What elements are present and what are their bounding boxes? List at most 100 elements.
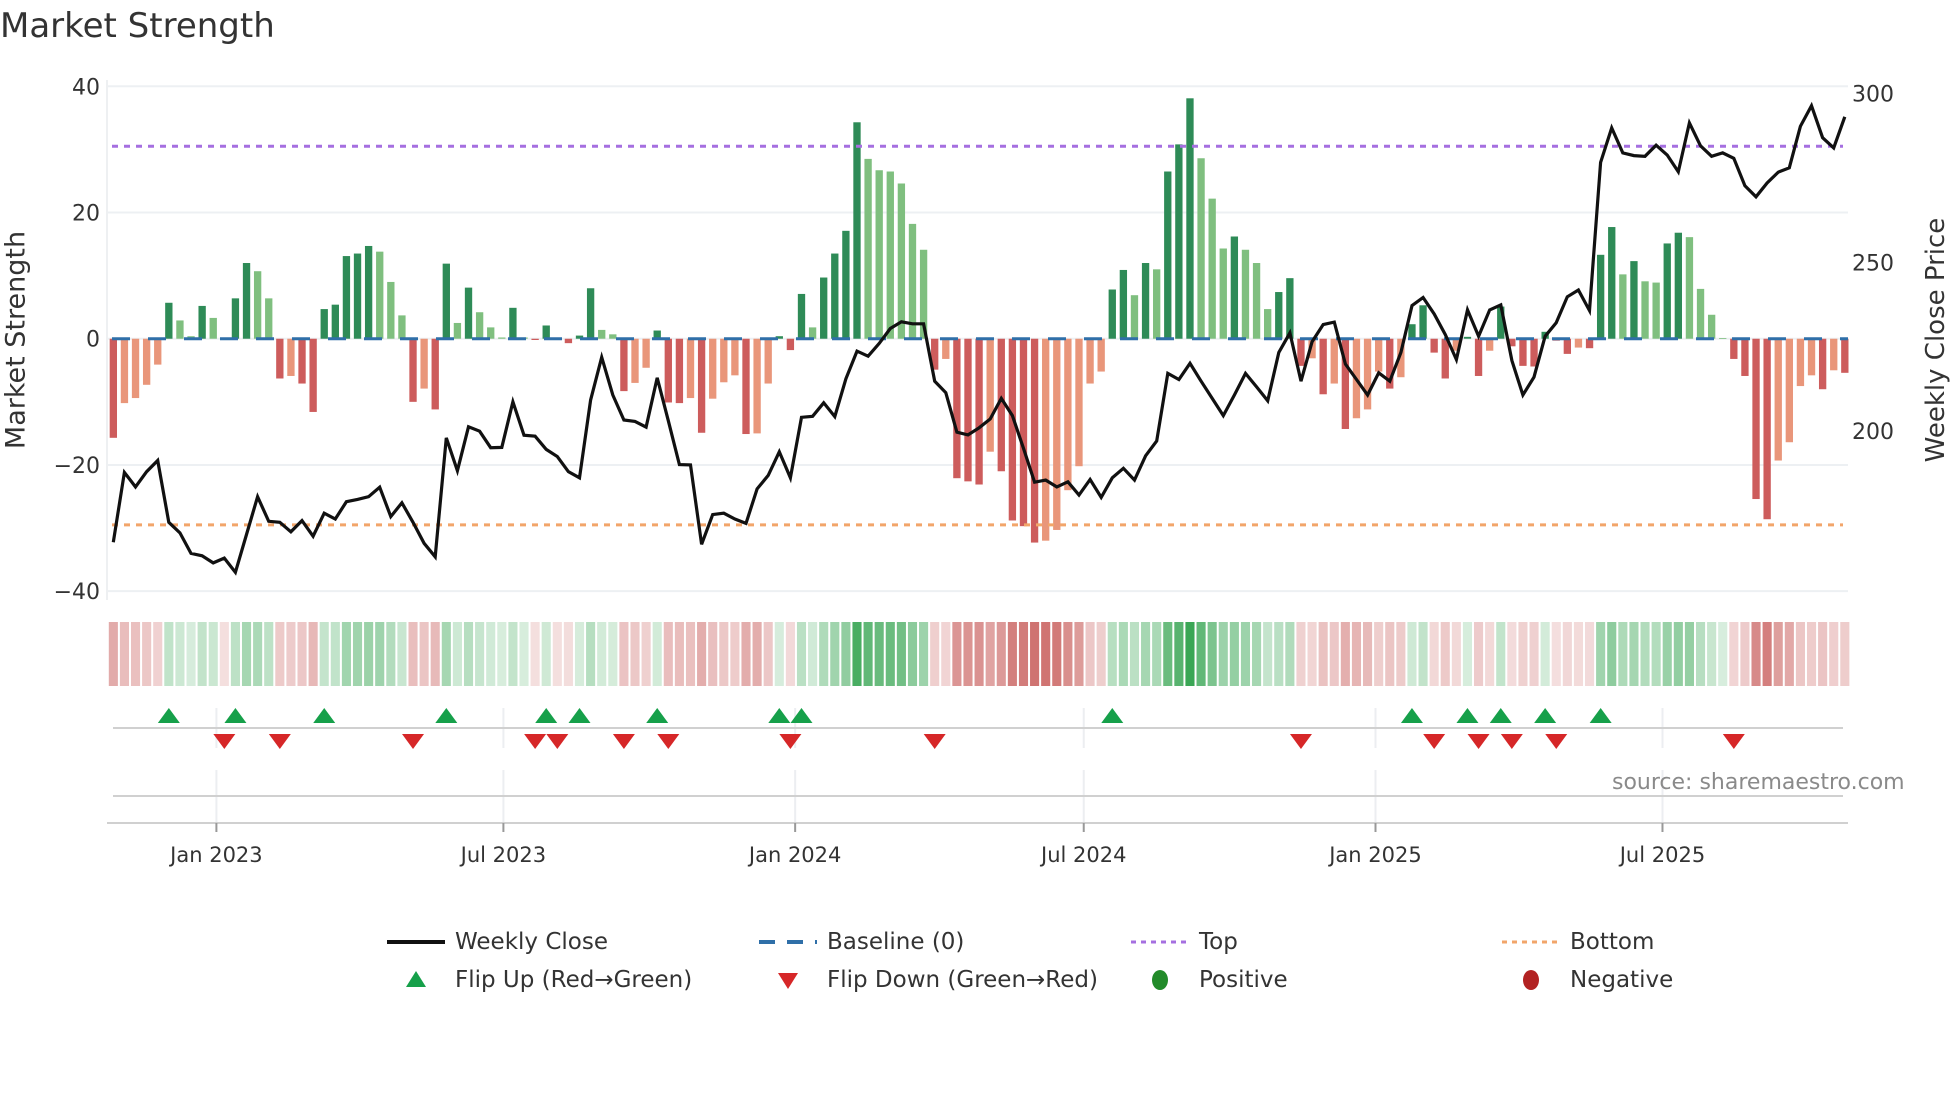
- x-tick-label: Jul 2025: [1618, 843, 1705, 867]
- strip-cell: [1141, 622, 1151, 686]
- strength-bar: [875, 170, 883, 339]
- strip-cell: [763, 622, 773, 686]
- strength-bar: [1596, 254, 1605, 339]
- flip-up-marker: [1456, 708, 1479, 723]
- strength-bar: [1630, 261, 1638, 339]
- legend-negative: Negative: [1502, 965, 1673, 995]
- strength-bar: [320, 309, 328, 339]
- flip-down-marker: [657, 734, 680, 749]
- strength-bar: [953, 338, 961, 479]
- strength-bar: [1696, 288, 1705, 339]
- strip-cell: [1030, 622, 1040, 686]
- strip-cell: [230, 622, 240, 686]
- strength-bar: [1097, 338, 1105, 372]
- strength-bar: [1441, 338, 1449, 379]
- legend-label: Bottom: [1570, 929, 1655, 955]
- strip-cell: [852, 622, 862, 686]
- strip-cell: [1041, 622, 1051, 686]
- strip-cell: [1584, 622, 1595, 686]
- strength-bar: [1563, 338, 1572, 354]
- strength-bar: [753, 338, 761, 434]
- strength-bar: [1230, 236, 1239, 339]
- strip-cell: [1374, 622, 1384, 686]
- strength-bar: [1064, 338, 1072, 491]
- y-right-tick-label: 200: [1852, 420, 1894, 445]
- strength-bar: [1463, 336, 1472, 339]
- legend-label: Weekly Close: [455, 929, 608, 955]
- strip-cell: [1840, 622, 1850, 686]
- strength-bar: [442, 263, 450, 339]
- strip-cell: [874, 622, 884, 686]
- strength-bar: [1807, 338, 1816, 376]
- strength-bar: [1719, 338, 1727, 339]
- legend-positive: Positive: [1131, 965, 1288, 995]
- strength-bar: [1008, 338, 1017, 521]
- strip-cell: [1174, 622, 1184, 686]
- strength-bar: [242, 263, 251, 339]
- legend-top: Top: [1131, 927, 1238, 957]
- flip-down-marker: [1545, 734, 1568, 749]
- flip-up-marker: [1400, 708, 1423, 723]
- strip-cell: [1707, 622, 1717, 686]
- triangle-up-icon: [406, 971, 426, 987]
- strip-cell: [586, 622, 596, 686]
- flip-down-marker: [1423, 734, 1446, 749]
- strip-cell: [1340, 622, 1350, 686]
- strip-cell: [219, 622, 229, 686]
- strip-cell: [819, 622, 829, 686]
- strength-bar: [1652, 282, 1660, 339]
- strip-cell: [1163, 622, 1173, 686]
- flip-up-marker: [1101, 708, 1124, 723]
- strength-bar: [1474, 338, 1483, 376]
- strength-bar: [475, 312, 484, 339]
- strip-cell: [508, 622, 518, 686]
- strength-bar: [420, 338, 428, 389]
- strip-cell: [130, 622, 141, 686]
- triangle-down-icon: [778, 973, 798, 989]
- strength-bar: [564, 338, 573, 344]
- legend-label: Flip Down (Green→Red): [827, 967, 1098, 993]
- y-tick-label: 40: [72, 75, 100, 100]
- strength-bar: [1252, 263, 1261, 339]
- strength-bar: [1574, 338, 1583, 348]
- strip-cell: [1662, 622, 1672, 686]
- strip-cell: [208, 622, 218, 686]
- strip-cell: [952, 622, 962, 686]
- strip-cell: [308, 622, 318, 686]
- strength-bar: [675, 338, 684, 404]
- strip-cell: [441, 622, 451, 686]
- flip-down-marker: [612, 734, 635, 749]
- y-tick-label: −40: [54, 580, 100, 605]
- strength-bar: [1674, 232, 1683, 339]
- strip-cell: [652, 622, 662, 686]
- strip-cell: [1329, 622, 1339, 686]
- strip-cell: [1673, 622, 1683, 686]
- strip-cell: [1640, 622, 1650, 686]
- strip-cell: [1784, 622, 1794, 686]
- strength-bar: [1363, 338, 1372, 410]
- solid-line-icon: [387, 940, 445, 944]
- strip-cell: [830, 622, 840, 686]
- strip-cell: [974, 622, 984, 686]
- strip-cell: [1252, 622, 1262, 686]
- strip-cell: [475, 622, 485, 686]
- strip-cell: [1596, 622, 1606, 686]
- flip-up-marker: [535, 708, 558, 723]
- strength-bar: [1264, 309, 1272, 339]
- strength-bar: [1208, 198, 1216, 339]
- strength-bar: [1086, 338, 1094, 384]
- flip-down-marker: [546, 734, 569, 749]
- strength-bar: [1241, 249, 1250, 339]
- strip-cell: [153, 622, 163, 686]
- flip-up-marker: [1589, 708, 1612, 723]
- strip-cell: [1762, 622, 1772, 686]
- strength-bar: [1019, 338, 1028, 527]
- strip-cell: [1063, 622, 1073, 686]
- x-tick-label: Jan 2025: [1327, 843, 1422, 867]
- flip-down-marker: [1467, 734, 1490, 749]
- strip-cell: [1018, 622, 1029, 686]
- strip-cell: [175, 622, 185, 686]
- strip-cell: [1274, 622, 1284, 686]
- strip-cell: [530, 622, 540, 686]
- strength-bar: [1141, 263, 1150, 339]
